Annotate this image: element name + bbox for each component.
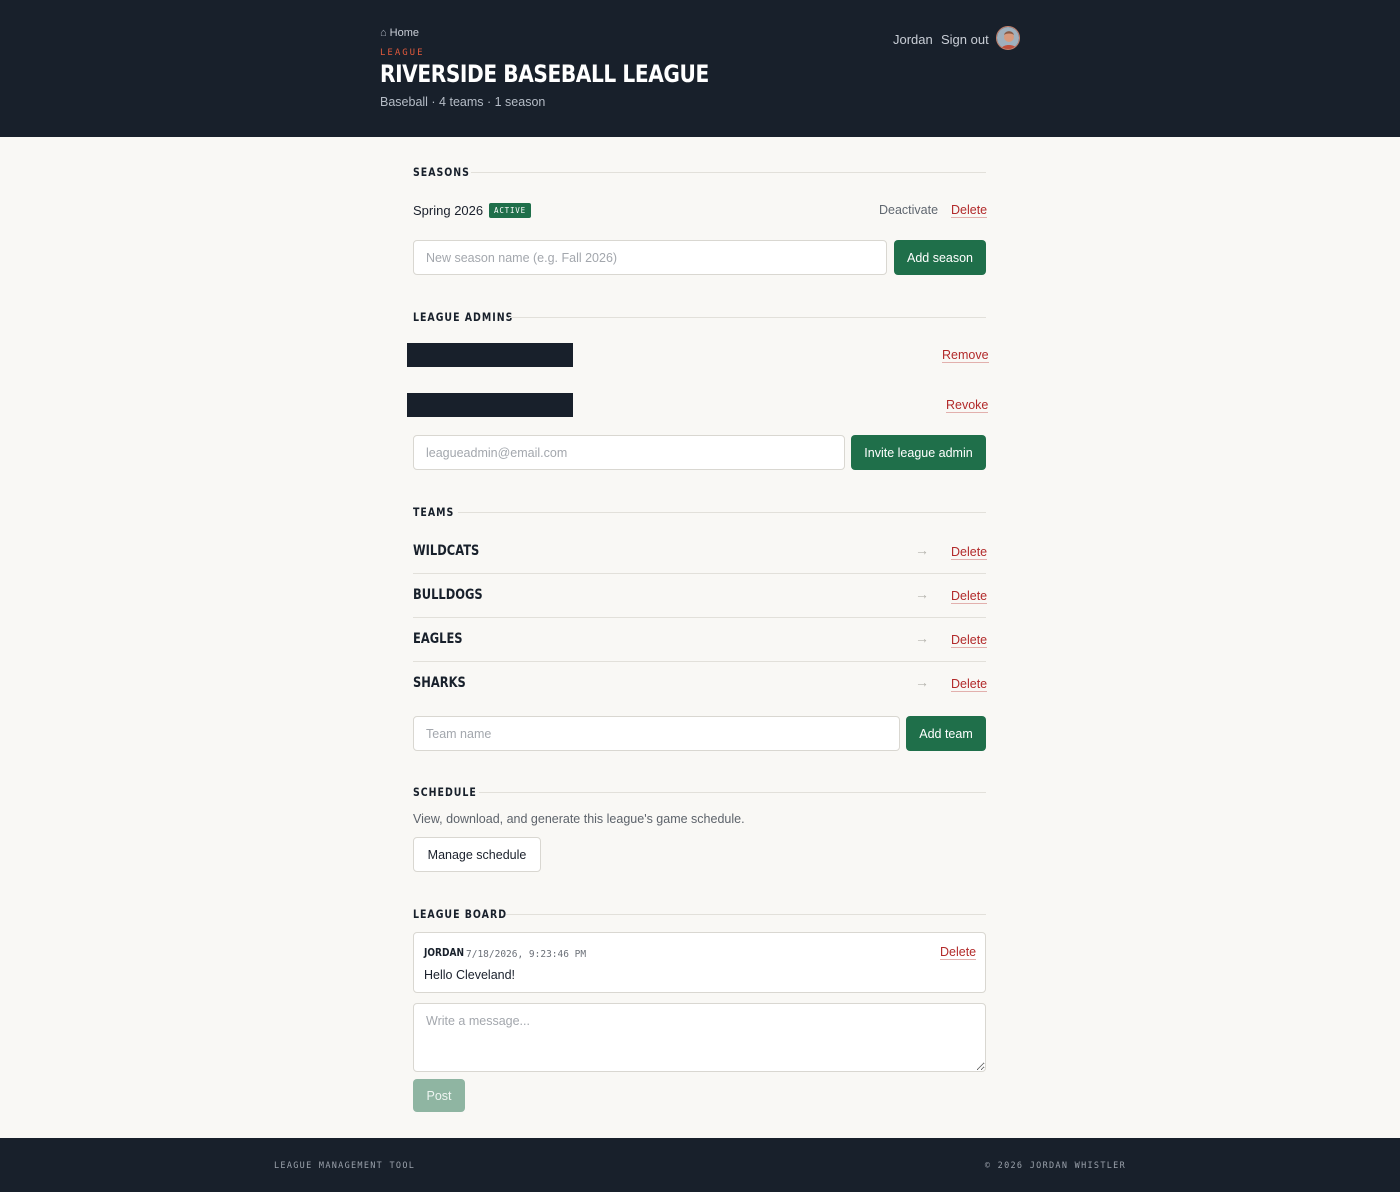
delete-message-link[interactable]: Delete	[940, 945, 977, 960]
seasons-heading-label: SEASONS	[413, 165, 470, 179]
seasons-heading-rule	[471, 172, 986, 173]
schedule-heading: SCHEDULE	[413, 784, 986, 800]
seasons-heading: SEASONS	[413, 164, 986, 180]
team-name[interactable]: SHARKS	[413, 675, 466, 691]
league-admins-heading-label: LEAGUE ADMINS	[413, 310, 514, 324]
page-footer: LEAGUE MANAGEMENT TOOL © 2026 JORDAN WHI…	[0, 1138, 1400, 1192]
status-badge: ACTIVE	[489, 203, 531, 218]
redacted-pending-admin-email	[407, 393, 573, 417]
message-body: Hello Cleveland!	[424, 968, 516, 982]
message-timestamp: 7/18/2026, 9:23:46 PM	[466, 949, 587, 960]
add-team-button[interactable]: Add team	[906, 716, 986, 751]
league-board-heading-rule	[506, 914, 986, 915]
league-eyebrow: LEAGUE	[380, 48, 425, 58]
delete-team-link[interactable]: Delete	[951, 677, 988, 692]
team-name-input[interactable]	[413, 716, 900, 751]
invite-league-admin-button[interactable]: Invite league admin	[851, 435, 986, 470]
add-season-button[interactable]: Add season	[894, 240, 986, 275]
remove-admin-link[interactable]: Remove	[942, 348, 989, 363]
teams-heading: TEAMS	[413, 504, 986, 520]
league-board-heading: LEAGUE BOARD	[413, 906, 986, 922]
team-name[interactable]: EAGLES	[413, 631, 463, 647]
home-icon: ⌂	[380, 27, 387, 39]
avatar-image	[997, 27, 1019, 49]
delete-team-link[interactable]: Delete	[951, 545, 988, 560]
top-header: ⌂ Home LEAGUE RIVERSIDE BASEBALL LEAGUE …	[0, 0, 1400, 137]
footer-copyright: © 2026 JORDAN WHISTLER	[984, 1161, 1126, 1171]
page-title: RIVERSIDE BASEBALL LEAGUE	[380, 60, 709, 88]
league-board-heading-label: LEAGUE BOARD	[413, 907, 508, 921]
arrow-right-icon[interactable]: →	[915, 586, 929, 602]
league-meta: Baseball · 4 teams · 1 season	[380, 95, 546, 109]
arrow-right-icon[interactable]: →	[915, 674, 929, 690]
team-divider	[413, 617, 986, 618]
home-link[interactable]: ⌂ Home	[380, 27, 419, 39]
teams-heading-label: TEAMS	[413, 505, 455, 519]
deactivate-season-link[interactable]: Deactivate	[879, 203, 938, 217]
arrow-right-icon[interactable]: →	[915, 542, 929, 558]
footer-app-name: LEAGUE MANAGEMENT TOOL	[274, 1161, 416, 1171]
schedule-heading-rule	[479, 792, 986, 793]
team-divider	[413, 573, 986, 574]
message-author: JORDAN	[424, 946, 464, 959]
home-link-label: Home	[389, 27, 419, 39]
league-admins-heading-rule	[509, 317, 986, 318]
delete-season-link[interactable]: Delete	[951, 203, 988, 218]
sign-out-link[interactable]: Sign out	[941, 32, 989, 47]
schedule-heading-label: SCHEDULE	[413, 785, 477, 799]
post-message-button[interactable]: Post	[413, 1079, 465, 1112]
redacted-admin-email	[407, 343, 573, 367]
revoke-invite-link[interactable]: Revoke	[946, 398, 989, 413]
season-name: Spring 2026	[413, 203, 484, 218]
league-admins-heading: LEAGUE ADMINS	[413, 309, 986, 325]
team-name[interactable]: WILDCATS	[413, 543, 479, 559]
delete-team-link[interactable]: Delete	[951, 589, 988, 604]
user-name: Jordan	[893, 32, 933, 47]
team-name[interactable]: BULLDOGS	[413, 587, 483, 603]
teams-heading-rule	[458, 512, 986, 513]
team-divider	[413, 661, 986, 662]
new-season-input[interactable]	[413, 240, 887, 275]
board-message: JORDAN 7/18/2026, 9:23:46 PM Hello Cleve…	[413, 932, 986, 993]
manage-schedule-button[interactable]: Manage schedule	[413, 837, 541, 872]
message-textarea[interactable]	[413, 1003, 986, 1072]
schedule-description: View, download, and generate this league…	[413, 812, 745, 826]
avatar[interactable]	[996, 26, 1020, 50]
admin-email-input[interactable]	[413, 435, 845, 470]
arrow-right-icon[interactable]: →	[915, 630, 929, 646]
delete-team-link[interactable]: Delete	[951, 633, 988, 648]
